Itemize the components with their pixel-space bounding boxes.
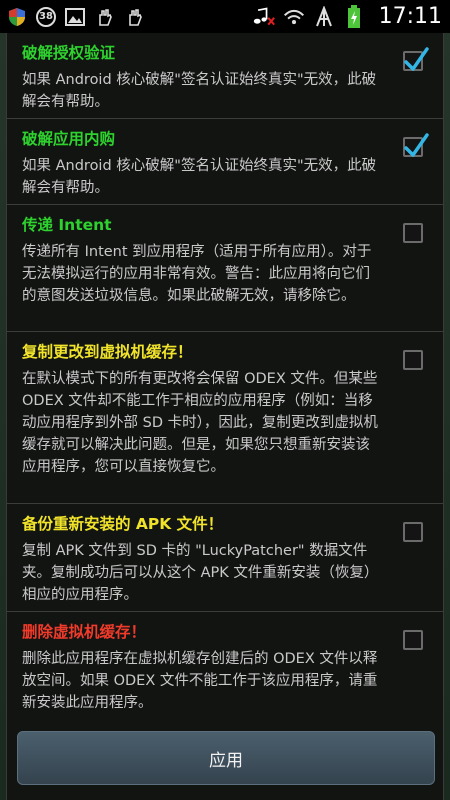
checkmark-icon [404,47,429,71]
option-list: 破解授权验证 如果 Android 核心破解"签名认证始终真实"无效，此破解会有… [7,33,443,732]
option-checkbox[interactable] [403,223,423,243]
image-icon [64,6,86,28]
option-item-delete-dalvik-cache[interactable]: 删除虚拟机缓存！ 删除此应用程序在虚拟机缓存创建后的 ODEX 文件以释放空间。… [7,612,443,732]
option-item-backup-apk[interactable]: 备份重新安装的 APK 文件！ 复制 APK 文件到 SD 卡的 "LuckyP… [7,504,443,612]
option-description: 如果 Android 核心破解"签名认证始终真实"无效，此破解会有帮助。 [22,72,377,110]
option-title: 备份重新安装的 APK 文件！ [22,515,224,533]
option-item-copy-to-dalvik-cache[interactable]: 复制更改到虚拟机缓存！ 在默认模式下的所有更改将会保留 ODEX 文件。但某些 … [7,332,443,504]
option-title: 破解应用内购 [22,130,116,148]
battery-charging-icon [343,4,365,28]
status-bar-left: 38 [6,6,146,28]
hand-icon [124,6,146,28]
option-description: 传递所有 Intent 到应用程序（适用于所有应用）。对于无法模拟运行的应用非常… [22,244,372,304]
screen: 38 17:11 破解授权验证 如果 Android 核心破解"签名认证始终真实… [0,0,450,800]
option-title: 删除虚拟机缓存！ [22,623,147,641]
hand-icon [94,6,116,28]
button-bar: 应用 [7,722,443,800]
status-bar-right: 17:11 [253,4,444,29]
signal-icon [313,5,335,28]
status-bar: 38 17:11 [0,0,450,33]
option-description: 如果 Android 核心破解"签名认证始终真实"无效，此破解会有帮助。 [22,158,377,196]
option-description: 复制 APK 文件到 SD 卡的 "LuckyPatcher" 数据文件夹。复制… [22,543,379,603]
option-checkbox[interactable] [403,522,423,542]
notification-badge-icon: 38 [36,6,56,27]
wifi-icon [283,6,305,28]
apply-button[interactable]: 应用 [17,731,435,785]
option-description: 在默认模式下的所有更改将会保留 ODEX 文件。但某些 ODEX 文件却不能工作… [22,371,378,475]
option-item-license-verification[interactable]: 破解授权验证 如果 Android 核心破解"签名认证始终真实"无效，此破解会有… [7,33,443,119]
shield-icon [6,6,28,28]
option-checkbox[interactable] [403,350,423,370]
patch-options-dialog: 破解授权验证 如果 Android 核心破解"签名认证始终真实"无效，此破解会有… [6,33,444,800]
option-item-in-app-purchase[interactable]: 破解应用内购 如果 Android 核心破解"签名认证始终真实"无效，此破解会有… [7,119,443,205]
checkmark-icon [404,133,429,157]
option-title: 传递 Intent [22,216,112,234]
option-description: 删除此应用程序在虚拟机缓存创建后的 ODEX 文件以释放空间。如果 ODEX 文… [22,651,378,711]
option-checkbox[interactable] [403,630,423,650]
music-muted-icon [253,6,275,28]
option-title: 破解授权验证 [22,44,116,62]
option-item-pass-intent[interactable]: 传递 Intent 传递所有 Intent 到应用程序（适用于所有应用）。对于无… [7,205,443,332]
option-checkbox[interactable] [403,133,429,157]
option-title: 复制更改到虚拟机缓存！ [22,343,193,361]
option-checkbox[interactable] [403,47,429,71]
status-clock: 17:11 [378,4,442,29]
